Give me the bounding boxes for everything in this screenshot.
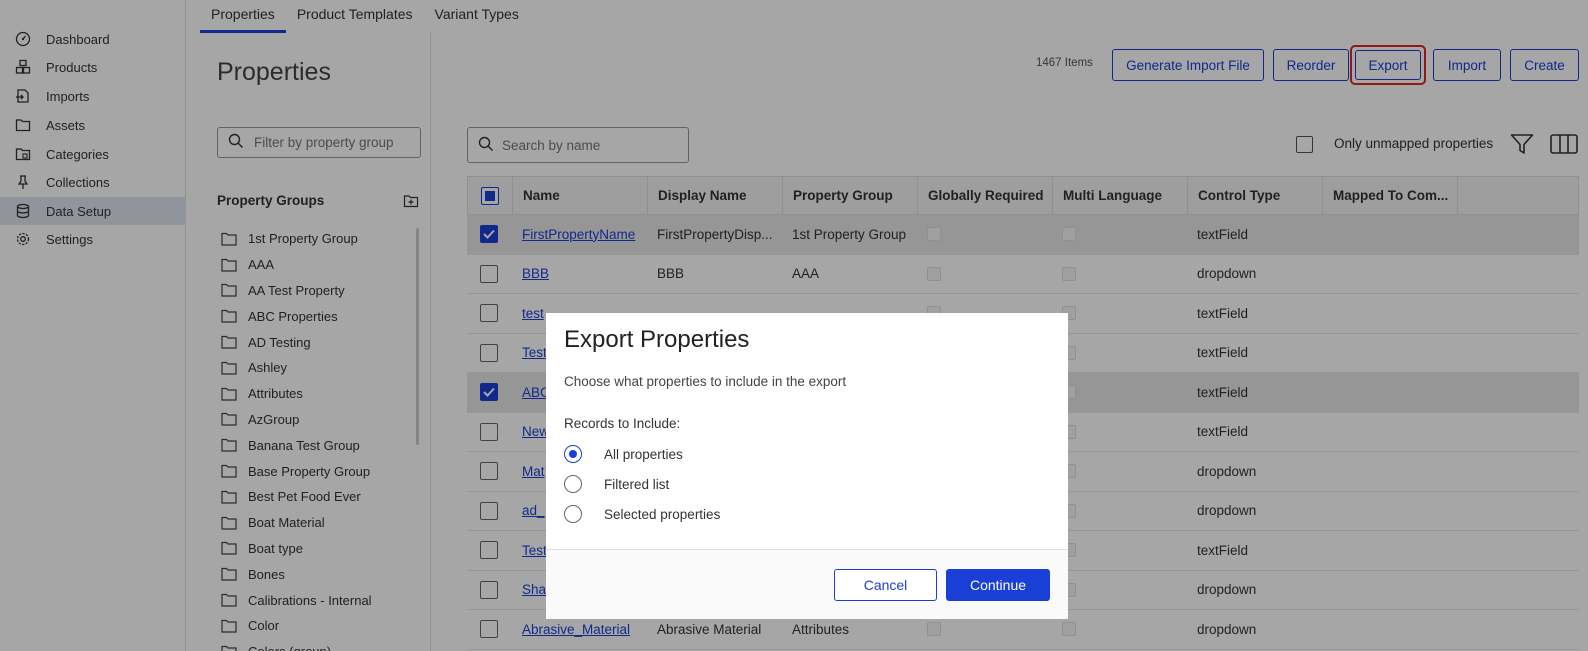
continue-button[interactable]: Continue — [946, 569, 1050, 601]
radio-label: Filtered list — [604, 476, 670, 492]
radio-button[interactable] — [564, 445, 582, 463]
radio-all-properties[interactable]: All properties — [564, 445, 683, 463]
records-to-include-label: Records to Include: — [564, 416, 681, 431]
radio-filtered-list[interactable]: Filtered list — [564, 475, 669, 493]
cancel-button[interactable]: Cancel — [834, 569, 937, 601]
export-properties-dialog: Export Properties Choose what properties… — [546, 313, 1068, 619]
dialog-footer: Cancel Continue — [546, 549, 1068, 619]
dialog-title: Export Properties — [564, 326, 750, 353]
radio-button[interactable] — [564, 475, 582, 493]
dialog-subtitle: Choose what properties to include in the… — [564, 374, 847, 389]
radio-label: All properties — [604, 446, 683, 462]
radio-button[interactable] — [564, 505, 582, 523]
radio-selected-properties[interactable]: Selected properties — [564, 505, 720, 523]
radio-label: Selected properties — [604, 506, 721, 522]
